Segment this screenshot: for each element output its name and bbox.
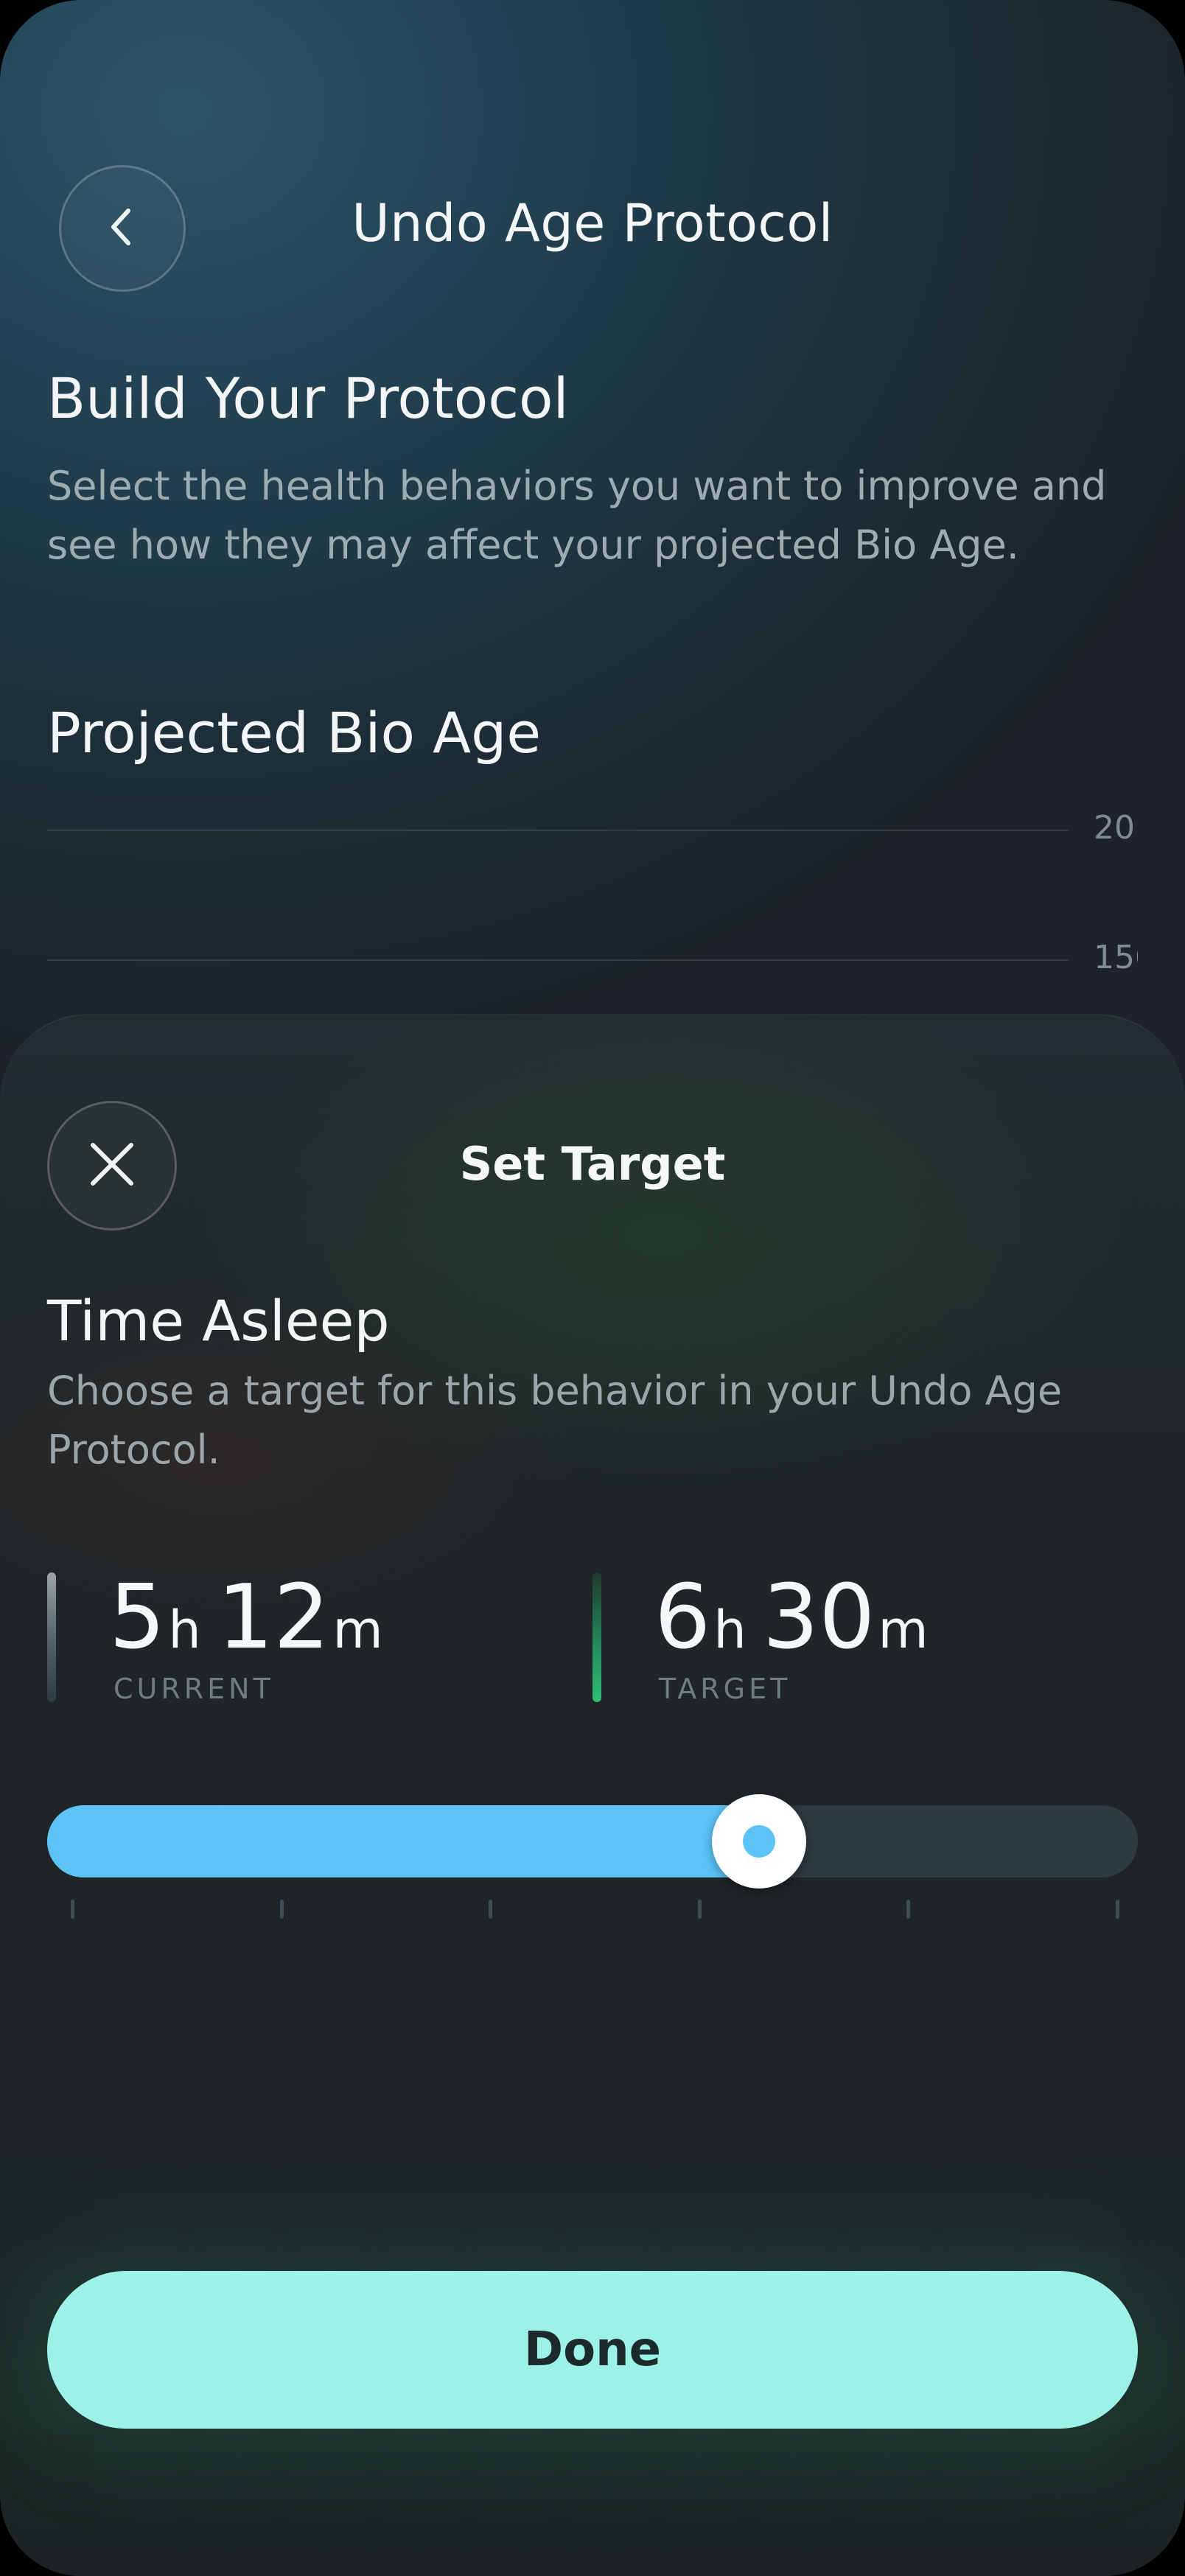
build-protocol-heading: Build Your Protocol: [47, 365, 569, 431]
target-minutes: 30: [762, 1567, 875, 1669]
behavior-description: Choose a target for this behavior in you…: [47, 1368, 1063, 1473]
slider-tick: [1116, 1900, 1119, 1919]
target-hours: 6: [654, 1567, 711, 1669]
current-hours-unit: h: [168, 1600, 201, 1660]
current-value: 5h 12m: [109, 1567, 399, 1669]
chart-tick-label: 150: [1094, 939, 1138, 976]
build-protocol-subtitle: Select the health behaviors you want to …: [47, 463, 1107, 568]
chart-gridline: [47, 830, 1069, 831]
target-indicator-bar: [592, 1572, 601, 1702]
current-minutes-unit: m: [332, 1600, 383, 1660]
chart-tick-label: 20: [1094, 809, 1135, 847]
target-value: 6h 30m: [654, 1567, 945, 1669]
current-label: CURRENT: [113, 1673, 274, 1705]
sheet-title: Set Target: [459, 1137, 726, 1191]
target-label: TARGET: [659, 1673, 791, 1705]
target-hours-unit: h: [713, 1600, 747, 1660]
current-indicator-bar: [47, 1572, 56, 1702]
set-target-sheet: Set Target Time Asleep Choose a target f…: [0, 1014, 1185, 2576]
current-minutes: 12: [217, 1567, 330, 1669]
slider-tick: [489, 1900, 492, 1919]
target-slider[interactable]: [47, 1794, 1138, 1889]
page-title: Undo Age Protocol: [352, 193, 833, 253]
target-minutes-unit: m: [878, 1600, 929, 1660]
done-button[interactable]: Done: [47, 2271, 1138, 2429]
slider-tick: [698, 1900, 702, 1919]
chart-gridline: [47, 959, 1069, 961]
projected-bio-age-title: Projected Bio Age: [47, 700, 542, 766]
slider-tick: [280, 1900, 284, 1919]
slider-fill: [47, 1805, 781, 1877]
current-hours: 5: [109, 1567, 166, 1669]
slider-tick: [906, 1900, 910, 1919]
behavior-title: Time Asleep: [47, 1288, 390, 1354]
slider-thumb[interactable]: [712, 1794, 806, 1889]
slider-thumb-dot: [743, 1825, 775, 1858]
slider-tick: [71, 1900, 74, 1919]
screen: Undo Age Protocol Build Your Protocol Se…: [0, 0, 1185, 2576]
